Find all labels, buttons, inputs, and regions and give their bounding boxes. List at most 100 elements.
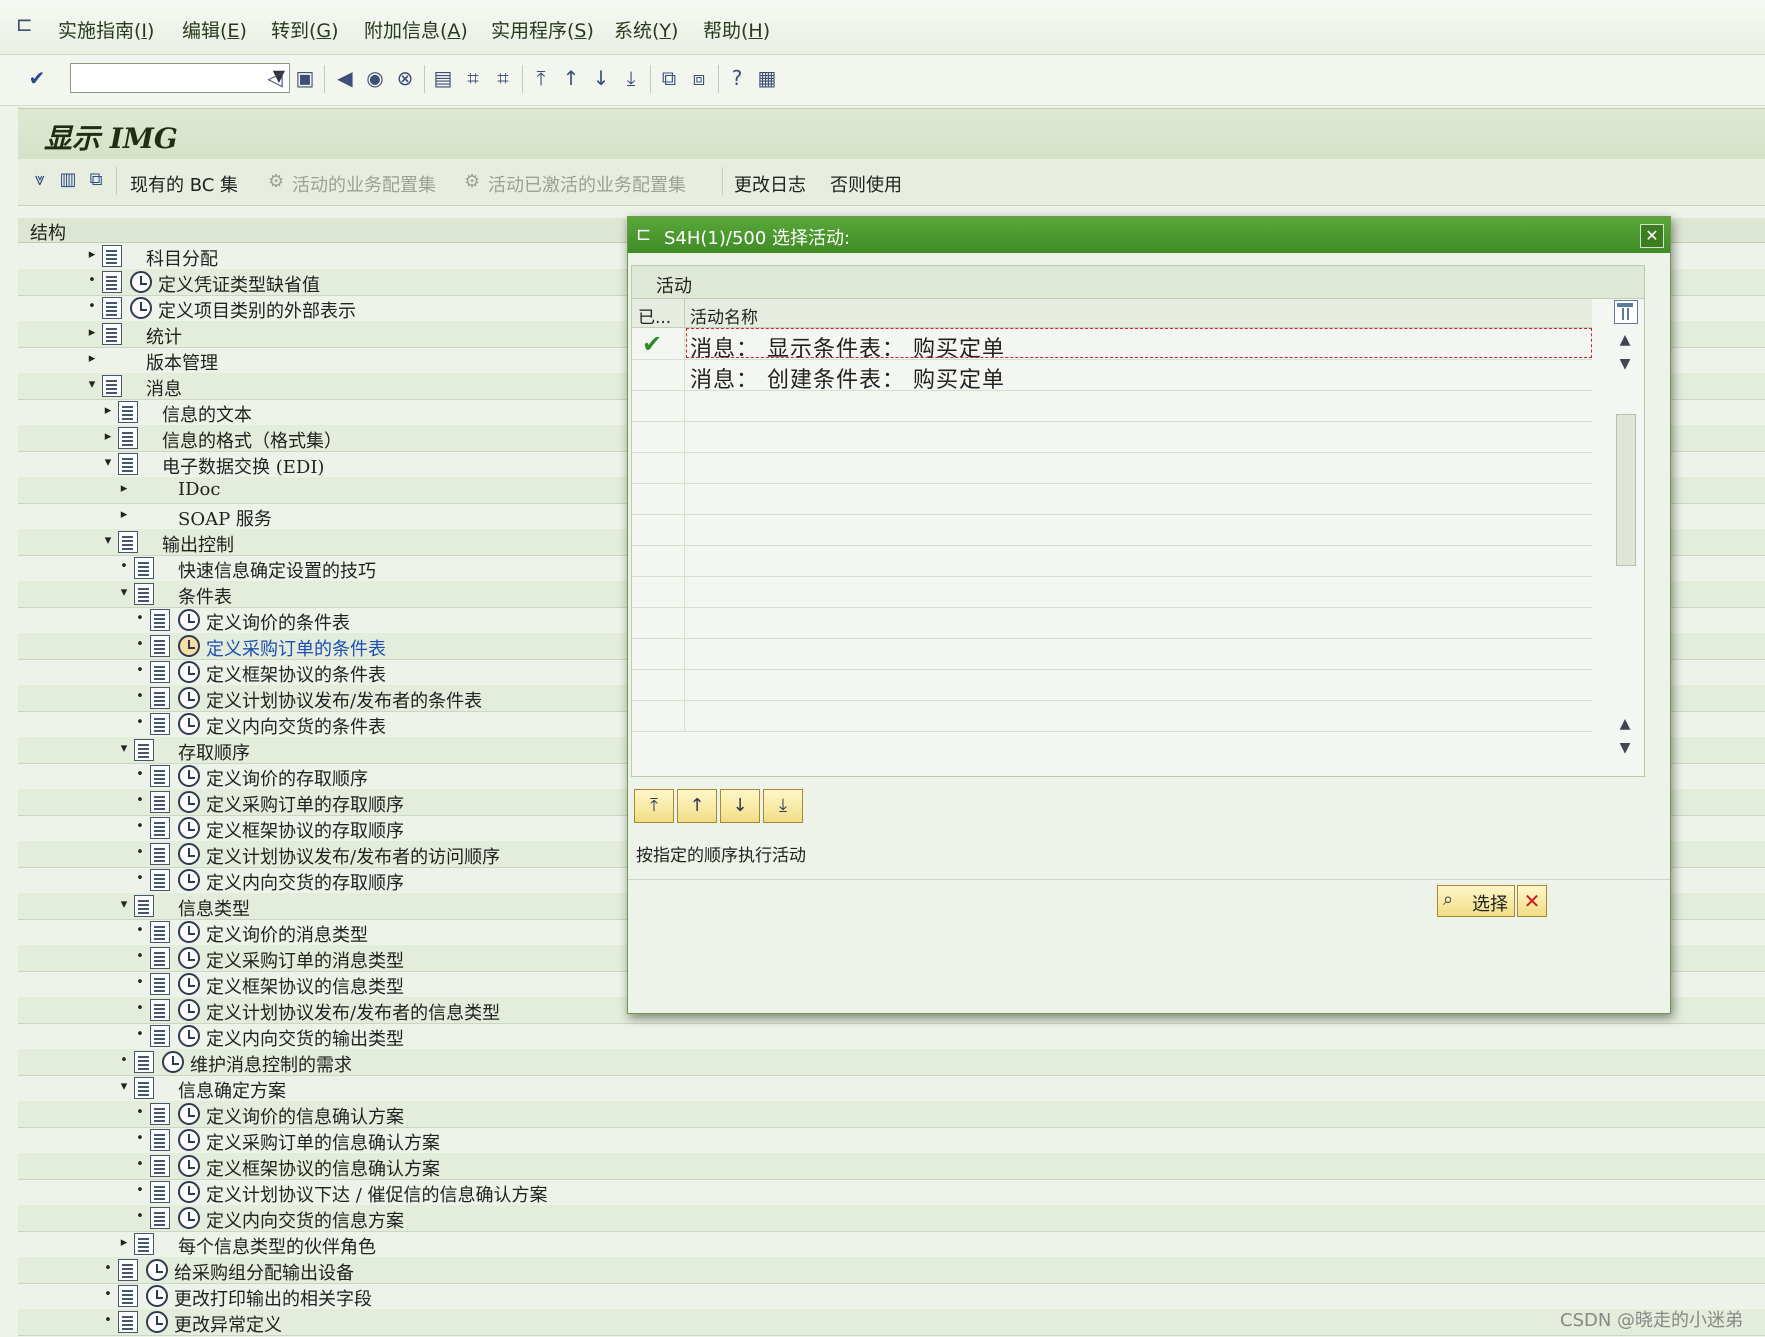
execute-activity-icon[interactable] bbox=[178, 817, 200, 839]
execute-activity-icon[interactable] bbox=[130, 297, 152, 319]
tree-node[interactable]: • 更改异常定义 bbox=[18, 1309, 1765, 1336]
execute-activity-icon[interactable] bbox=[178, 1129, 200, 1151]
collapse-triangle-icon[interactable]: ▾ bbox=[118, 741, 130, 756]
documentation-icon[interactable] bbox=[102, 375, 122, 397]
row-done-cell[interactable] bbox=[632, 452, 685, 483]
execute-activity-icon[interactable] bbox=[178, 869, 200, 891]
find-next-icon[interactable]: ⌗ bbox=[490, 65, 516, 91]
execute-activity-icon[interactable] bbox=[178, 765, 200, 787]
documentation-icon[interactable] bbox=[118, 453, 138, 475]
execute-activity-icon[interactable] bbox=[146, 1311, 168, 1333]
row-done-cell[interactable] bbox=[632, 390, 685, 421]
expand-triangle-icon[interactable]: ▸ bbox=[118, 481, 130, 496]
execute-activity-icon[interactable] bbox=[178, 843, 200, 865]
documentation-icon[interactable] bbox=[102, 323, 122, 345]
menu-item[interactable]: 编辑(E) bbox=[182, 16, 247, 43]
documentation-icon[interactable] bbox=[150, 609, 170, 631]
table-row[interactable] bbox=[632, 669, 1592, 701]
next-page-button[interactable]: ↓ bbox=[720, 789, 760, 823]
select-button[interactable]: ⌕ 选择 bbox=[1437, 885, 1515, 917]
documentation-icon[interactable] bbox=[118, 531, 138, 553]
documentation-icon[interactable] bbox=[150, 817, 170, 839]
expand-triangle-icon[interactable]: ▸ bbox=[86, 247, 98, 262]
documentation-icon[interactable] bbox=[134, 1051, 154, 1073]
collapse-triangle-icon[interactable]: ▾ bbox=[102, 533, 114, 548]
release-notes-icon[interactable]: ⧉ bbox=[84, 167, 108, 193]
menu-item[interactable]: 实施指南(I) bbox=[58, 16, 154, 43]
documentation-icon[interactable] bbox=[150, 1207, 170, 1229]
tree-node[interactable]: ▾ 信息确定方案 bbox=[18, 1075, 1765, 1102]
row-done-cell[interactable] bbox=[632, 545, 685, 576]
table-row[interactable]: 消息： 创建条件表： 购买定单 bbox=[632, 359, 1592, 393]
execute-activity-icon[interactable] bbox=[178, 1155, 200, 1177]
table-row[interactable] bbox=[632, 421, 1592, 453]
row-done-cell[interactable] bbox=[632, 669, 685, 700]
table-row[interactable] bbox=[632, 607, 1592, 639]
documentation-icon[interactable] bbox=[150, 765, 170, 787]
first-page-icon[interactable]: ⤒ bbox=[528, 65, 554, 91]
collapse-triangle-icon[interactable]: ▾ bbox=[118, 1079, 130, 1094]
docs-icon[interactable]: ▥ bbox=[56, 167, 80, 193]
scrollbar-thumb[interactable] bbox=[1616, 414, 1636, 566]
execute-activity-icon[interactable] bbox=[146, 1285, 168, 1307]
tree-node[interactable]: • 维护消息控制的需求 bbox=[18, 1049, 1765, 1076]
execute-activity-icon[interactable] bbox=[178, 999, 200, 1021]
table-row[interactable] bbox=[632, 514, 1592, 546]
execute-activity-icon[interactable] bbox=[178, 713, 200, 735]
tree-node[interactable]: • 定义采购订单的信息确认方案 bbox=[18, 1127, 1765, 1154]
previous-page-icon[interactable]: ↑ bbox=[558, 65, 584, 91]
vertical-scrollbar[interactable]: ▲ ▼ ▲ ▼ bbox=[1612, 328, 1638, 768]
execute-activity-icon[interactable] bbox=[178, 687, 200, 709]
row-done-cell[interactable] bbox=[632, 607, 685, 638]
documentation-icon[interactable] bbox=[118, 427, 138, 449]
documentation-icon[interactable] bbox=[150, 999, 170, 1021]
cancel-icon[interactable]: ⊗ bbox=[392, 65, 418, 91]
tree-node[interactable]: • 更改打印输出的相关字段 bbox=[18, 1283, 1765, 1310]
documentation-icon[interactable] bbox=[102, 271, 122, 293]
table-row[interactable] bbox=[632, 638, 1592, 670]
back-triangle-icon[interactable]: ◁ bbox=[262, 65, 288, 91]
execute-activity-icon[interactable] bbox=[178, 973, 200, 995]
execute-activity-icon[interactable] bbox=[162, 1051, 184, 1073]
documentation-icon[interactable] bbox=[134, 557, 154, 579]
cancel-button[interactable]: ✕ bbox=[1517, 885, 1547, 917]
documentation-icon[interactable] bbox=[150, 1129, 170, 1151]
scroll-bottom-icon[interactable]: ▼ bbox=[1616, 740, 1634, 758]
close-icon[interactable]: ✕ bbox=[1640, 224, 1664, 248]
save-icon[interactable]: ▣ bbox=[292, 65, 318, 91]
documentation-icon[interactable] bbox=[150, 791, 170, 813]
collapse-triangle-icon[interactable]: ▾ bbox=[118, 585, 130, 600]
documentation-icon[interactable] bbox=[150, 661, 170, 683]
row-done-cell[interactable]: ✔ bbox=[632, 328, 685, 359]
expand-triangle-icon[interactable]: ▸ bbox=[118, 507, 130, 522]
last-page-button[interactable]: ⤓ bbox=[763, 789, 803, 823]
row-done-cell[interactable] bbox=[632, 700, 685, 731]
execute-activity-icon[interactable] bbox=[178, 635, 200, 657]
window-menu-icon[interactable]: ⊏ bbox=[16, 12, 33, 36]
table-row[interactable] bbox=[632, 545, 1592, 577]
documentation-icon[interactable] bbox=[150, 947, 170, 969]
documentation-icon[interactable] bbox=[118, 1285, 138, 1307]
documentation-icon[interactable] bbox=[150, 869, 170, 891]
command-field[interactable]: ▼ bbox=[70, 63, 290, 93]
documentation-icon[interactable] bbox=[150, 973, 170, 995]
expand-subtree-icon[interactable]: ⩔ bbox=[28, 167, 52, 193]
collapse-triangle-icon[interactable]: ▾ bbox=[118, 897, 130, 912]
execute-activity-icon[interactable] bbox=[130, 271, 152, 293]
documentation-icon[interactable] bbox=[150, 1025, 170, 1047]
documentation-icon[interactable] bbox=[102, 297, 122, 319]
execute-activity-icon[interactable] bbox=[146, 1259, 168, 1281]
expand-triangle-icon[interactable]: ▸ bbox=[118, 1235, 130, 1250]
collapse-triangle-icon[interactable]: ▾ bbox=[86, 377, 98, 392]
menu-item[interactable]: 帮助(H) bbox=[703, 16, 770, 43]
table-row[interactable] bbox=[632, 483, 1592, 515]
collapse-triangle-icon[interactable]: ▾ bbox=[102, 455, 114, 470]
tree-node[interactable]: • 定义询价的信息确认方案 bbox=[18, 1101, 1765, 1128]
documentation-icon[interactable] bbox=[118, 1259, 138, 1281]
activated-bc-sets-button[interactable]: 活动已激活的业务配置集 bbox=[488, 171, 686, 197]
row-done-cell[interactable] bbox=[632, 576, 685, 607]
scroll-top-icon[interactable]: ▲ bbox=[1616, 332, 1634, 350]
tree-node[interactable]: • 给采购组分配输出设备 bbox=[18, 1257, 1765, 1284]
documentation-icon[interactable] bbox=[150, 1103, 170, 1125]
execute-activity-icon[interactable] bbox=[178, 921, 200, 943]
